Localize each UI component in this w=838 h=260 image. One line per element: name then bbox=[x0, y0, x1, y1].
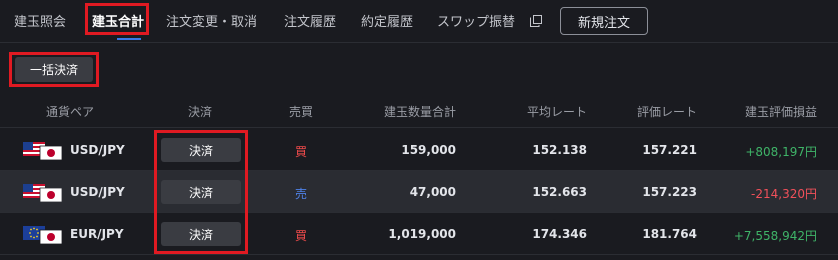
tab-execution-history[interactable]: 約定履歴 bbox=[361, 11, 413, 30]
external-window-icon[interactable] bbox=[530, 15, 542, 27]
header-position-pnl: 建玉評価損益 bbox=[744, 105, 817, 119]
table-row: EUR/JPY 決済 買 1,019,000 174.346 181.764 +… bbox=[0, 213, 838, 255]
tab-order-modify-cancel[interactable]: 注文変更・取消 bbox=[166, 11, 257, 30]
eur-jpy-flags-icon bbox=[23, 226, 63, 244]
average-rate: 152.138 bbox=[532, 143, 587, 157]
currency-pair: USD/JPY bbox=[70, 143, 125, 157]
table-header: 通貨ペア 決済 売買 建玉数量合計 平均レート 評価レート 建玉評価損益 bbox=[0, 94, 838, 128]
tab-position-inquiry[interactable]: 建玉照会 bbox=[14, 11, 66, 30]
total-quantity: 47,000 bbox=[409, 185, 456, 199]
settle-button[interactable]: 決済 bbox=[161, 222, 241, 246]
header-average-rate: 平均レート bbox=[526, 105, 587, 119]
table-row: USD/JPY 決済 買 159,000 152.138 157.221 +80… bbox=[0, 129, 838, 171]
new-order-button[interactable]: 新規注文 bbox=[560, 7, 648, 35]
jp-flag-icon bbox=[39, 229, 63, 244]
side-buy: 買 bbox=[295, 229, 308, 243]
header-side: 売買 bbox=[289, 105, 314, 119]
currency-pair: EUR/JPY bbox=[70, 227, 124, 241]
position-pnl: +7,558,942円 bbox=[733, 229, 817, 243]
average-rate: 174.346 bbox=[532, 227, 587, 241]
header-total-quantity: 建玉数量合計 bbox=[383, 105, 456, 119]
evaluation-rate: 157.221 bbox=[642, 143, 697, 157]
active-tab-underline bbox=[117, 38, 141, 40]
header-currency-pair: 通貨ペア bbox=[46, 105, 95, 119]
position-pnl: +808,197円 bbox=[745, 145, 817, 159]
divider bbox=[0, 42, 838, 43]
usd-jpy-flags-icon bbox=[23, 142, 63, 160]
tab-order-history[interactable]: 注文履歴 bbox=[284, 11, 336, 30]
jp-flag-icon bbox=[39, 145, 63, 160]
header-settle: 決済 bbox=[188, 105, 213, 119]
evaluation-rate: 181.764 bbox=[642, 227, 697, 241]
evaluation-rate: 157.223 bbox=[642, 185, 697, 199]
settle-button[interactable]: 決済 bbox=[161, 138, 241, 162]
currency-pair: USD/JPY bbox=[70, 185, 125, 199]
usd-jpy-flags-icon bbox=[23, 184, 63, 202]
jp-flag-icon bbox=[39, 187, 63, 202]
tab-swap-transfer[interactable]: スワップ振替 bbox=[437, 11, 515, 30]
bulk-settle-highlight-box bbox=[9, 52, 99, 87]
total-quantity: 159,000 bbox=[401, 143, 456, 157]
tab-bar: 建玉照会 建玉合計 注文変更・取消 注文履歴 約定履歴 スワップ振替 新規注文 bbox=[0, 0, 838, 42]
settle-button[interactable]: 決済 bbox=[161, 180, 241, 204]
average-rate: 152.663 bbox=[532, 185, 587, 199]
active-tab-highlight-box bbox=[85, 3, 149, 35]
table-row: USD/JPY 決済 売 47,000 152.663 157.223 -214… bbox=[0, 171, 838, 213]
position-pnl: -214,320円 bbox=[751, 187, 817, 201]
header-evaluation-rate: 評価レート bbox=[636, 105, 697, 119]
total-quantity: 1,019,000 bbox=[388, 227, 456, 241]
side-sell: 売 bbox=[295, 187, 308, 201]
side-buy: 買 bbox=[295, 145, 308, 159]
